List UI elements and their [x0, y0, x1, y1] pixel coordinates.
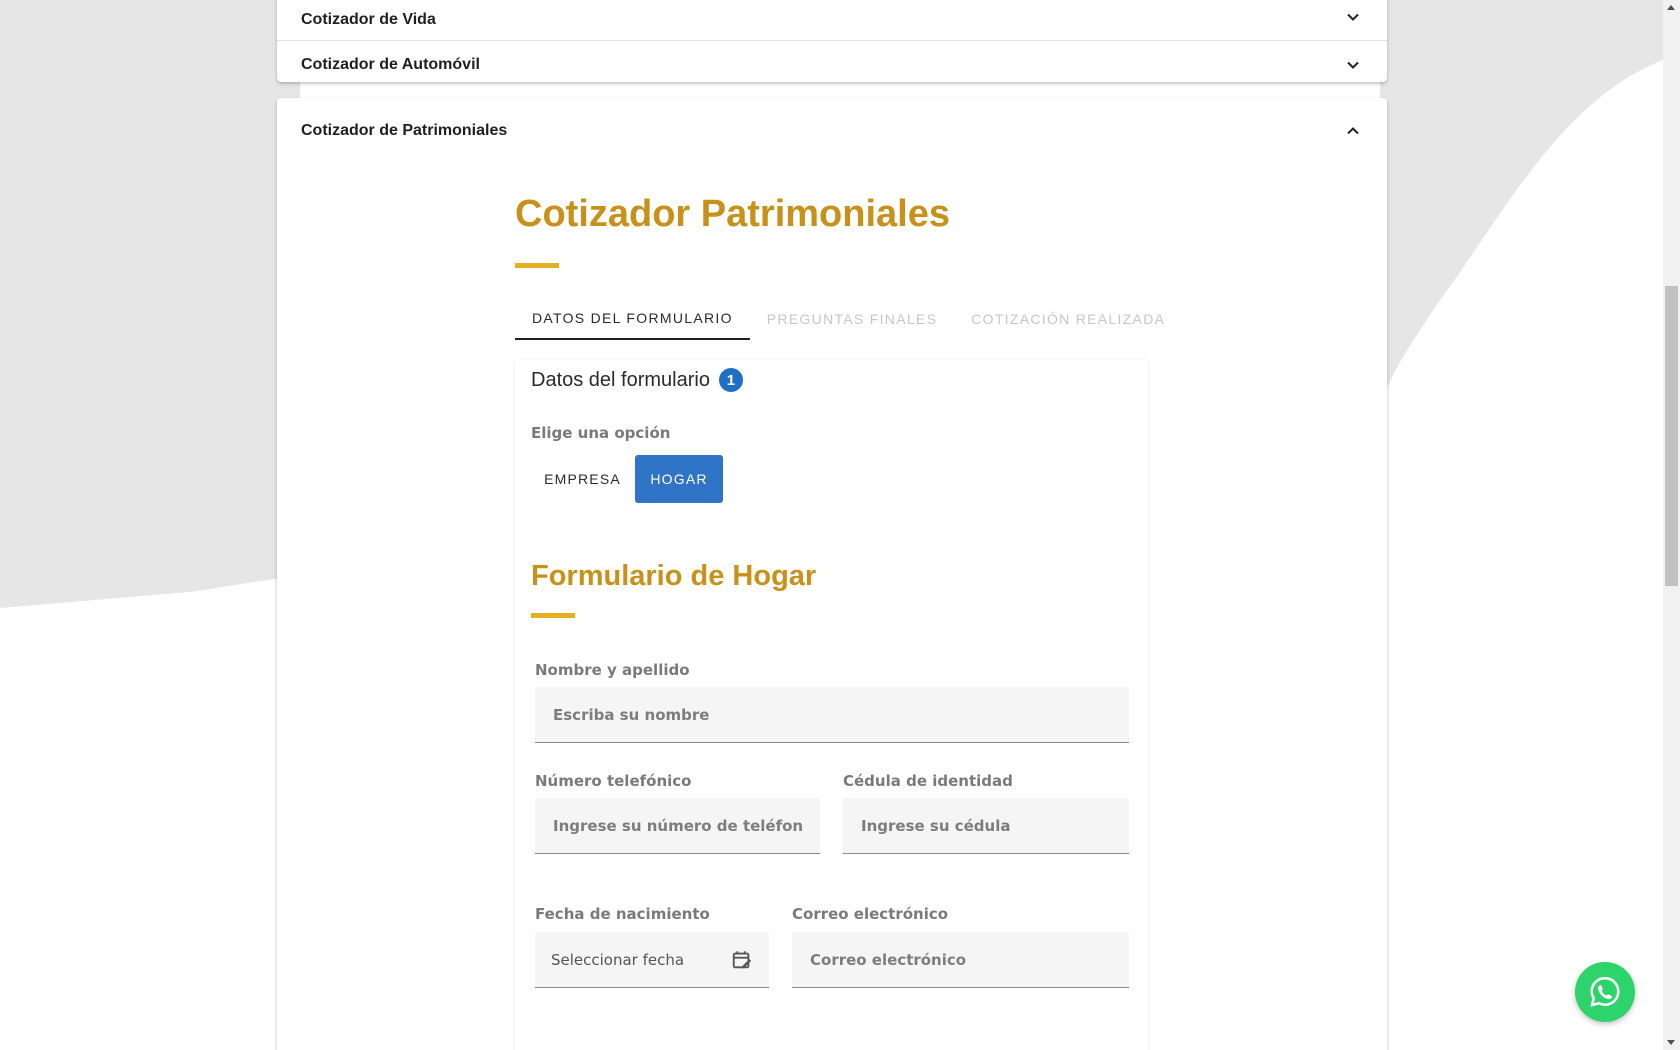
accordion-item-automovil[interactable]: Cotizador de Automóvil — [277, 40, 1387, 88]
whatsapp-icon — [1590, 976, 1620, 1007]
page: Cotizador de Vida Cotizador de Automóvil… — [0, 0, 1680, 1050]
step-title: Datos del formulario — [531, 368, 710, 391]
option-hogar-button[interactable]: HOGAR — [635, 455, 723, 503]
accordion-item-label: Cotizador de Patrimoniales — [301, 122, 508, 139]
quoter-title: Cotizador Patrimoniales — [515, 193, 950, 235]
chevron-down-icon — [1347, 13, 1359, 21]
page-scrollbar[interactable] — [1663, 0, 1680, 1050]
email-label: Correo electrónico — [792, 905, 949, 923]
tab-cotizacion-realizada[interactable]: COTIZACIÓN REALIZADA — [954, 298, 1182, 340]
title-underline — [515, 263, 559, 268]
accordion-item-label: Cotizador de Vida — [301, 11, 436, 28]
chevron-up-icon — [1347, 127, 1359, 135]
step-number-badge: 1 — [718, 368, 743, 392]
name-field — [535, 687, 1129, 743]
accordion-item-vida[interactable]: Cotizador de Vida — [277, 0, 1387, 40]
form-title-underline — [531, 613, 575, 618]
email-field — [792, 932, 1129, 988]
phone-label: Número telefónico — [535, 772, 692, 790]
accordion-collapsed-group: Cotizador de Vida Cotizador de Automóvil — [277, 0, 1387, 82]
stepper-tabs: DATOS DEL FORMULARIO PREGUNTAS FINALES C… — [515, 298, 1182, 340]
phone-field — [535, 798, 820, 854]
phone-input[interactable] — [551, 815, 804, 836]
scroll-down-icon[interactable] — [1667, 1040, 1675, 1045]
step-heading: Datos del formulario 1 — [531, 368, 743, 392]
id-card-field — [843, 798, 1129, 854]
accordion-item-label: Cotizador de Automóvil — [301, 55, 480, 73]
chevron-down-icon — [1347, 61, 1359, 69]
option-label: Elige una opción — [531, 424, 671, 442]
name-input[interactable] — [551, 704, 1113, 725]
scrollbar-thumb[interactable] — [1665, 286, 1678, 586]
birth-date-label: Fecha de nacimiento — [535, 905, 710, 923]
name-label: Nombre y apellido — [535, 661, 690, 679]
accordion-item-patrimoniales[interactable]: Cotizador de Patrimoniales — [277, 98, 1387, 164]
birth-date-placeholder: Seleccionar fecha — [551, 950, 685, 969]
whatsapp-button[interactable] — [1575, 962, 1635, 1022]
tab-preguntas-finales[interactable]: PREGUNTAS FINALES — [750, 298, 954, 340]
email-input[interactable] — [808, 949, 1113, 970]
option-empresa-button[interactable]: EMPRESA — [531, 455, 634, 503]
calendar-icon[interactable] — [731, 949, 753, 971]
id-card-input[interactable] — [859, 815, 1113, 836]
tab-datos-del-formulario[interactable]: DATOS DEL FORMULARIO — [515, 298, 750, 340]
id-card-label: Cédula de identidad — [843, 772, 1013, 790]
scroll-up-icon[interactable] — [1667, 5, 1675, 10]
birth-date-field[interactable]: Seleccionar fecha — [535, 932, 769, 988]
form-title: Formulario de Hogar — [531, 560, 817, 592]
